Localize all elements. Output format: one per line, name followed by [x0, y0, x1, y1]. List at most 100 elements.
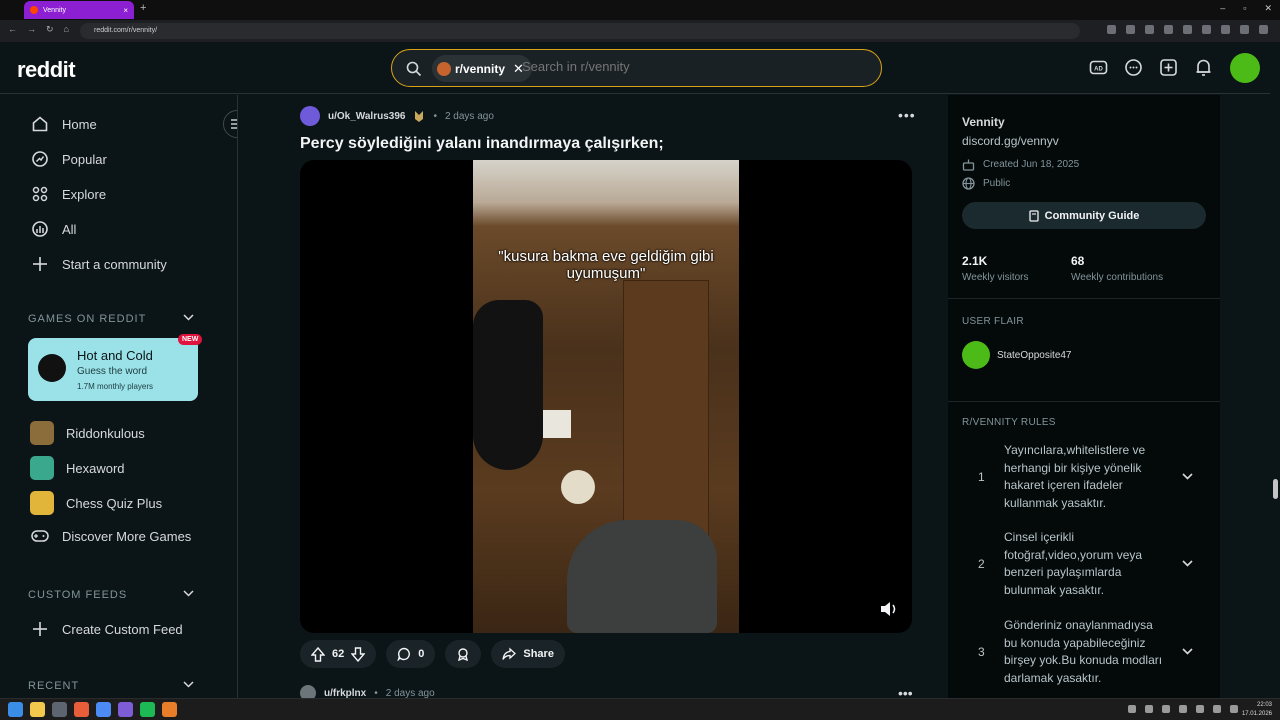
page-scrollbar[interactable]: [1270, 42, 1280, 698]
sidebar-item-home[interactable]: Home: [30, 114, 97, 134]
taskbar-clock[interactable]: 22:03 17.01.2026: [1242, 701, 1272, 719]
chevron-down-icon[interactable]: [1182, 560, 1193, 567]
maximize-icon[interactable]: ▫: [1243, 3, 1246, 14]
spotify-icon[interactable]: [140, 702, 155, 717]
extension-icon[interactable]: [1240, 25, 1249, 34]
sidebar-item-create-custom-feed[interactable]: Create Custom Feed: [30, 619, 183, 639]
reddit-header: reddit r/vennity ✕ AD: [0, 42, 1280, 94]
url-field[interactable]: reddit.com/r/vennity/: [80, 23, 1080, 39]
extension-icon[interactable]: [1126, 25, 1135, 34]
plus-icon: [30, 254, 50, 274]
file-explorer-icon[interactable]: [30, 702, 45, 717]
downvote-icon[interactable]: [351, 646, 366, 662]
tray-icon[interactable]: [1213, 705, 1221, 713]
extension-icon[interactable]: [1202, 25, 1211, 34]
extension-icon[interactable]: [1107, 25, 1116, 34]
video-coat: [473, 300, 543, 470]
upvote-icon[interactable]: [311, 646, 325, 662]
featured-game-subtitle: Guess the word: [77, 366, 148, 377]
post-video[interactable]: "kusura bakma eve geldiğim gibi uyumuşum…: [300, 160, 912, 633]
comments-button[interactable]: 0: [386, 640, 436, 668]
notification-bell-icon[interactable]: [1193, 57, 1214, 78]
tray-icon[interactable]: [1145, 705, 1153, 713]
profile-icon[interactable]: [1259, 25, 1268, 34]
chevron-up-icon[interactable]: [183, 314, 194, 321]
new-tab-icon[interactable]: +: [140, 2, 146, 14]
sidebar-item-chess-quiz-plus[interactable]: Chess Quiz Plus: [30, 491, 162, 515]
author-avatar[interactable]: [300, 685, 316, 698]
reddit-logo[interactable]: reddit: [17, 57, 76, 83]
post-author[interactable]: u/Ok_Walrus396: [328, 111, 405, 122]
rule-item[interactable]: 1 Yayıncılara,whitelistlere ve herhangi …: [962, 442, 1206, 514]
hexaword-game-icon: [30, 456, 54, 480]
user-avatar[interactable]: [1230, 53, 1260, 83]
browser-tab[interactable]: Vennity ×: [24, 1, 134, 19]
sidebar-item-explore[interactable]: Explore: [30, 184, 106, 204]
advertise-icon[interactable]: AD: [1088, 57, 1109, 78]
chevron-down-icon[interactable]: [1182, 473, 1193, 480]
volume-icon[interactable]: [879, 600, 899, 618]
featured-game-card[interactable]: Hot and Cold Guess the word 1.7M monthly…: [28, 334, 203, 401]
extension-icon[interactable]: [1221, 25, 1230, 34]
reload-icon[interactable]: ↻: [46, 24, 54, 35]
tray-icon[interactable]: [1196, 705, 1204, 713]
forward-icon[interactable]: →: [27, 24, 36, 35]
tab-close-icon[interactable]: ×: [123, 6, 128, 15]
chevron-up-icon[interactable]: [183, 590, 194, 597]
subreddit-avatar: [437, 61, 451, 76]
rule-item[interactable]: 3 Gönderiniz onaylanmadıysa bu konuda ya…: [962, 617, 1206, 689]
community-guide-button[interactable]: Community Guide: [962, 202, 1206, 229]
collapse-sidebar-button[interactable]: [223, 110, 237, 138]
plus-icon: [30, 619, 50, 639]
sidebar-item-all[interactable]: All: [30, 219, 76, 239]
rules-header: R/VENNITY RULES: [962, 417, 1056, 428]
divider: [948, 298, 1220, 299]
award-button[interactable]: [445, 640, 482, 668]
extension-icon[interactable]: [1145, 25, 1154, 34]
share-label: Share: [523, 648, 554, 660]
next-post-author[interactable]: u/frkplnx: [324, 688, 366, 699]
flair-username[interactable]: StateOpposite47: [997, 350, 1072, 361]
weekly-contributions-label: Weekly contributions: [1071, 272, 1164, 283]
more-options-icon[interactable]: •••: [898, 685, 913, 698]
minimize-icon[interactable]: –: [1220, 3, 1225, 14]
app-icon[interactable]: [52, 702, 67, 717]
chevron-up-icon[interactable]: [183, 681, 194, 688]
author-avatar[interactable]: [300, 106, 320, 126]
app-icon[interactable]: [162, 702, 177, 717]
tray-icon[interactable]: [1128, 705, 1136, 713]
windows-start-icon[interactable]: [8, 702, 23, 717]
video-frame: "kusura bakma eve geldiğim gibi uyumuşum…: [473, 160, 739, 633]
close-window-icon[interactable]: ✕: [1264, 3, 1272, 14]
extension-icon[interactable]: [1164, 25, 1173, 34]
sidebar-item-riddonkulous[interactable]: Riddonkulous: [30, 421, 145, 445]
tray-icon[interactable]: [1162, 705, 1170, 713]
tray-icon[interactable]: [1230, 705, 1238, 713]
sidebar-item-discover-games[interactable]: Discover More Games: [30, 526, 191, 546]
comment-icon: [397, 647, 411, 661]
back-icon[interactable]: ←: [8, 24, 17, 35]
search-input[interactable]: [522, 59, 862, 74]
subreddit-search-chip[interactable]: r/vennity ✕: [432, 55, 532, 82]
app-icon[interactable]: [118, 702, 133, 717]
chat-icon[interactable]: [1123, 57, 1144, 78]
search-bar[interactable]: r/vennity ✕: [391, 49, 882, 87]
clock-time: 22:03: [1256, 702, 1272, 708]
app-icon[interactable]: [74, 702, 89, 717]
more-options-icon[interactable]: •••: [898, 107, 916, 123]
post-title[interactable]: Percy söylediğini yalanı inandırmaya çal…: [300, 135, 664, 153]
extension-icon[interactable]: [1183, 25, 1192, 34]
menu-icon: [231, 119, 237, 129]
guide-label: Community Guide: [1044, 209, 1140, 222]
chevron-down-icon[interactable]: [1182, 648, 1193, 655]
sidebar-item-popular[interactable]: Popular: [30, 149, 107, 169]
share-button[interactable]: Share: [491, 640, 565, 668]
chrome-icon[interactable]: [96, 702, 111, 717]
rule-item[interactable]: 2 Cinsel içerikli fotoğraf,video,yorum v…: [962, 529, 1206, 601]
sidebar-item-hexaword[interactable]: Hexaword: [30, 456, 125, 480]
scrollbar-thumb[interactable]: [1273, 479, 1278, 499]
create-post-icon[interactable]: [1158, 57, 1179, 78]
tray-icon[interactable]: [1179, 705, 1187, 713]
home-browser-icon[interactable]: ⌂: [64, 24, 69, 35]
sidebar-item-start-community[interactable]: Start a community: [30, 254, 167, 274]
